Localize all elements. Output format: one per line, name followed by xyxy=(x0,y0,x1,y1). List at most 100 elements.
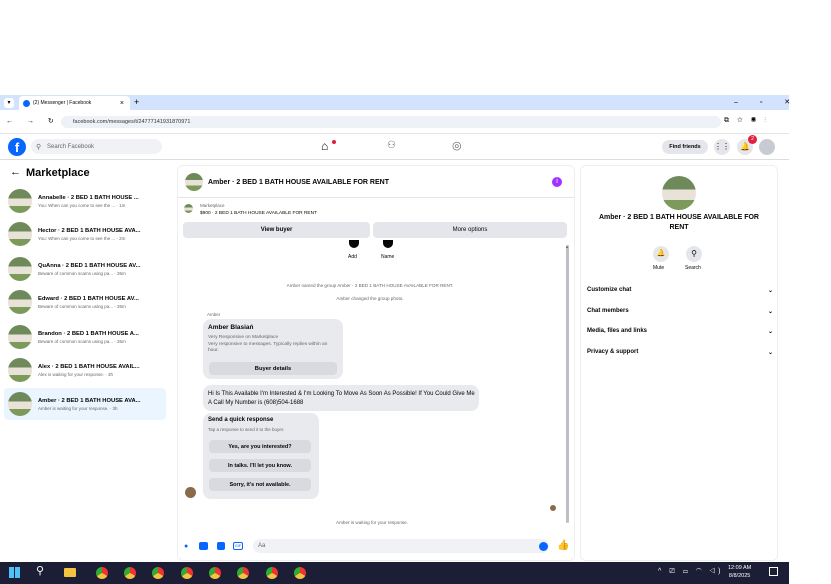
conversation-item[interactable]: Brandon · 2 BED 1 BATH HOUSE A... Beware … xyxy=(4,321,166,353)
chat-group-avatar[interactable] xyxy=(185,173,203,191)
chevron-down-icon: ⌄ xyxy=(767,288,773,294)
conversation-title: Alex · 2 BED 1 BATH HOUSE AVAIL... xyxy=(38,363,140,370)
customize-chat-section[interactable]: Customize chat ⌄ xyxy=(587,287,773,294)
menu-grid-icon[interactable]: ⋮⋮ xyxy=(714,139,730,155)
quick-response-title: Send a quick response xyxy=(208,417,274,423)
conversation-avatar xyxy=(8,222,32,246)
listing-price-title[interactable]: $900 · 2 BED 1 BATH HOUSE AVAILABLE FOR … xyxy=(200,211,317,216)
more-options-button[interactable]: More options xyxy=(373,222,567,238)
nav-buttons[interactable]: ← → ↻ xyxy=(6,117,60,125)
chrome-icon[interactable] xyxy=(294,567,306,579)
mute-bell-icon[interactable]: 🔔 xyxy=(653,246,669,262)
search-conversation-icon[interactable]: ⚲ xyxy=(686,246,702,262)
conversation-item[interactable]: Amber · 2 BED 1 BATH HOUSE AVA... Amber i… xyxy=(4,388,166,420)
search-placeholder: Search Facebook xyxy=(47,143,95,150)
chat-members-section[interactable]: Chat members ⌄ xyxy=(587,308,773,315)
conversation-avatar xyxy=(8,325,32,349)
conversation-avatar xyxy=(8,189,32,213)
window-controls: – ▫ ✕ xyxy=(734,99,801,106)
chevron-down-icon: ⌄ xyxy=(767,329,773,335)
browser-tab[interactable]: (2) Messenger | Facebook × xyxy=(19,96,130,110)
url-field[interactable]: facebook.com/messages/t/2477714193187097… xyxy=(61,116,721,128)
conversation-item[interactable]: Annabelle · 2 BED 1 BATH HOUSE ... You: W… xyxy=(4,185,166,217)
chrome-icon[interactable] xyxy=(266,567,278,579)
privacy-support-section[interactable]: Privacy & support ⌄ xyxy=(587,349,773,356)
facebook-logo[interactable]: f xyxy=(8,138,26,156)
image-icon[interactable] xyxy=(199,542,208,550)
gif-icon[interactable]: GIF xyxy=(233,542,243,550)
search-facebook-input[interactable]: ⚲ Search Facebook xyxy=(31,139,162,154)
media-files-links-section[interactable]: Media, files and links ⌄ xyxy=(587,328,773,335)
conversation-title: Brandon · 2 BED 1 BATH HOUSE A... xyxy=(38,330,139,337)
sender-avatar[interactable] xyxy=(185,487,196,498)
find-friends-button[interactable]: Find friends xyxy=(662,140,708,154)
windows-start-icon[interactable] xyxy=(9,567,20,578)
conversation-title: Edward · 2 BED 1 BATH HOUSE AV... xyxy=(38,295,139,302)
friends-icon[interactable]: ⚇ xyxy=(387,140,396,151)
read-receipt-avatar xyxy=(550,505,556,511)
microphone-icon[interactable]: ● xyxy=(184,543,188,550)
details-title: Amber · 2 BED 1 BATH HOUSE AVAILABLE FOR… xyxy=(599,214,759,231)
conversation-item[interactable]: Hector · 2 BED 1 BATH HOUSE AVA... You: W… xyxy=(4,218,166,250)
url-text: facebook.com/messages/t/2477714193187097… xyxy=(73,119,191,125)
back-arrow-icon[interactable]: ← xyxy=(10,166,21,178)
browser-toolbar-icons[interactable]: ⧉☆◉⋮ xyxy=(724,117,774,125)
message-input[interactable]: Aa xyxy=(253,539,549,553)
close-tab-icon[interactable]: × xyxy=(120,100,124,107)
chrome-icon[interactable] xyxy=(96,567,108,579)
chat-scrollbar[interactable] xyxy=(566,245,569,523)
emoji-icon[interactable] xyxy=(539,542,548,551)
quick-reply-yes[interactable]: Yes, are you interested? xyxy=(209,440,311,453)
buyer-message-text: Hi Is This Available I'm Interested & I'… xyxy=(208,391,475,406)
buyer-details-button[interactable]: Buyer details xyxy=(209,362,337,375)
chrome-icon[interactable] xyxy=(152,567,164,579)
tab-search-button[interactable]: ▾ xyxy=(4,98,14,108)
chrome-icon[interactable] xyxy=(181,567,193,579)
search-icon: ⚲ xyxy=(36,143,42,151)
name-label: Name xyxy=(381,254,395,260)
section-label: Privacy & support xyxy=(587,349,639,355)
buyer-card-name: Amber Blasiań xyxy=(208,324,254,331)
notification-count-badge: 2 xyxy=(748,135,757,144)
conversation-item[interactable]: Edward · 2 BED 1 BATH HOUSE AV... Beware … xyxy=(4,286,166,318)
home-icon[interactable]: ⌂ xyxy=(321,139,328,153)
sender-name: Amber xyxy=(207,312,221,317)
notification-center-icon[interactable] xyxy=(769,567,778,576)
conversation-item[interactable]: Alex · 2 BED 1 BATH HOUSE AVAIL... Alex i… xyxy=(4,354,166,386)
scroll-up-arrow[interactable]: ▲ xyxy=(565,244,569,249)
section-label: Chat members xyxy=(587,308,629,314)
quick-response-subtitle: Tap a response to send it to the buyer. xyxy=(208,427,285,432)
account-avatar[interactable] xyxy=(759,139,775,155)
taskbar-clock[interactable]: 12:09 AM 8/8/2025 xyxy=(728,564,751,580)
buyer-card-line2: Very responsive to messages. Typically r… xyxy=(208,342,328,353)
conversation-item[interactable]: QuAnna · 2 BED 1 BATH HOUSE AV... Beware … xyxy=(4,253,166,285)
chrome-icon[interactable] xyxy=(124,567,136,579)
group-renamed-event: Amber named the group Amber · 2 BED 1 BA… xyxy=(286,283,454,288)
conversation-avatar xyxy=(8,392,32,416)
clock-time: 12:09 AM xyxy=(728,565,752,571)
taskbar-search-icon[interactable]: ⚲ xyxy=(36,564,44,577)
chrome-icon[interactable] xyxy=(209,567,221,579)
chat-header-divider xyxy=(178,197,574,198)
view-buyer-button[interactable]: View buyer xyxy=(183,222,370,238)
system-tray-icons[interactable]: ^ ⎚ ▭ ◠ ◁) xyxy=(658,568,723,576)
marketplace-label: Marketplace xyxy=(200,203,225,208)
listing-thumbnail[interactable] xyxy=(184,204,193,213)
conversation-title: QuAnna · 2 BED 1 BATH HOUSE AV... xyxy=(38,262,141,269)
add-label: Add xyxy=(348,254,357,260)
chrome-icon[interactable] xyxy=(237,567,249,579)
new-tab-button[interactable]: + xyxy=(134,97,139,107)
chat-info-icon[interactable]: i xyxy=(552,177,562,187)
groups-icon[interactable]: ◎ xyxy=(452,139,462,152)
file-explorer-icon[interactable] xyxy=(64,568,76,577)
conversation-avatar xyxy=(8,290,32,314)
quick-reply-label: In talks. I'll let you know. xyxy=(227,462,293,469)
details-group-avatar[interactable] xyxy=(662,176,696,210)
like-thumb-icon[interactable]: 👍 xyxy=(557,540,569,551)
sticker-icon[interactable] xyxy=(217,542,225,550)
chevron-down-icon: ⌄ xyxy=(767,309,773,315)
quick-reply-not-available[interactable]: Sorry, it's not available. xyxy=(209,478,311,491)
chat-title[interactable]: Amber · 2 BED 1 BATH HOUSE AVAILABLE FOR… xyxy=(208,179,389,186)
quick-reply-in-talks[interactable]: In talks. I'll let you know. xyxy=(209,459,311,472)
conversation-preview: Alex is waiting for your response. · 3h xyxy=(38,371,114,377)
